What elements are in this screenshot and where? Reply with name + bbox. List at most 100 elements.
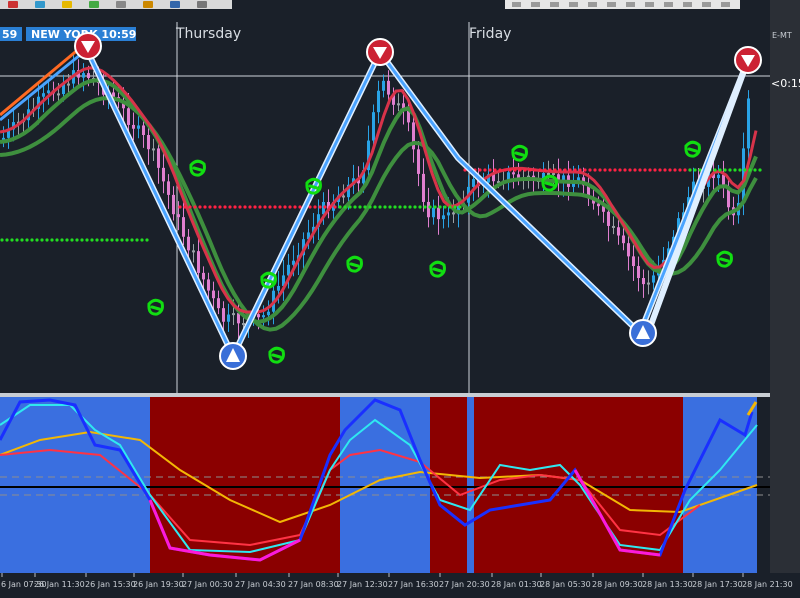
resistance-dot bbox=[218, 205, 222, 209]
support-dot bbox=[688, 168, 692, 172]
resistance-dot bbox=[258, 205, 262, 209]
resistance-dot bbox=[583, 168, 587, 172]
time-tick-label: 28 Jan 05:30 bbox=[540, 580, 591, 589]
resistance-dot bbox=[663, 168, 667, 172]
timeframe-button[interactable] bbox=[550, 2, 559, 7]
oscillator-zone-bearish bbox=[150, 397, 340, 573]
resistance-dot bbox=[178, 205, 182, 209]
support-dot bbox=[35, 238, 39, 242]
time-tick-label: 26 Jan 11:30 bbox=[34, 580, 85, 589]
candle-body bbox=[427, 201, 430, 218]
candle-body bbox=[202, 272, 205, 280]
candle-body bbox=[192, 250, 195, 253]
time-tick-label: 27 Jan 08:30 bbox=[288, 580, 339, 589]
support-dot bbox=[50, 238, 54, 242]
resistance-dot bbox=[208, 205, 212, 209]
support-dot bbox=[0, 238, 4, 242]
toolbar-icon[interactable] bbox=[8, 1, 18, 8]
timeframe-button[interactable] bbox=[531, 2, 540, 7]
support-dot bbox=[125, 238, 129, 242]
resistance-dot bbox=[513, 168, 517, 172]
toolbar-icon[interactable] bbox=[35, 1, 45, 8]
oscillator-zone-bearish bbox=[474, 397, 683, 573]
resistance-dot bbox=[233, 205, 237, 209]
support-dot bbox=[130, 238, 134, 242]
candle-body bbox=[622, 235, 625, 244]
timeframe-button[interactable] bbox=[645, 2, 654, 7]
time-tick-label: 26 Jan 19:30 bbox=[133, 580, 184, 589]
candle-body bbox=[717, 174, 720, 179]
toolbar-icon[interactable] bbox=[143, 1, 153, 8]
toolbar-icon[interactable] bbox=[170, 1, 180, 8]
timeframe-button[interactable] bbox=[702, 2, 711, 7]
resistance-dot bbox=[588, 168, 592, 172]
resistance-dot bbox=[623, 168, 627, 172]
resistance-dot bbox=[243, 205, 247, 209]
candle-body bbox=[42, 93, 45, 97]
resistance-dot bbox=[268, 205, 272, 209]
time-tick-label: 28 Jan 13:30 bbox=[642, 580, 693, 589]
candle-body bbox=[142, 125, 145, 136]
panel-divider[interactable] bbox=[0, 393, 770, 397]
support-dot bbox=[348, 205, 352, 209]
toolbar-icon[interactable] bbox=[89, 1, 99, 8]
candle-body bbox=[452, 212, 455, 215]
support-dot bbox=[55, 238, 59, 242]
timeframe-button[interactable] bbox=[588, 2, 597, 7]
resistance-dot bbox=[293, 205, 297, 209]
support-dot bbox=[140, 238, 144, 242]
candle-body bbox=[212, 290, 215, 299]
oscillator-zone-bullish bbox=[467, 397, 474, 573]
resistance-dot bbox=[538, 168, 542, 172]
support-dot bbox=[30, 238, 34, 242]
candle-body bbox=[47, 90, 50, 94]
support-dot bbox=[368, 205, 372, 209]
resistance-dot bbox=[198, 205, 202, 209]
resistance-dot bbox=[518, 168, 522, 172]
support-dot bbox=[100, 238, 104, 242]
candle-body bbox=[632, 256, 635, 267]
time-tick-label: 28 Jan 17:30 bbox=[692, 580, 743, 589]
resistance-dot bbox=[228, 205, 232, 209]
candle-body bbox=[387, 80, 390, 95]
time-tick-label: 28 Jan 01:30 bbox=[491, 580, 542, 589]
support-dot bbox=[388, 205, 392, 209]
chart-window[interactable]: 59 NEW YORK 10:59 Thursday Friday E-MT <… bbox=[0, 0, 800, 598]
resistance-dot bbox=[628, 168, 632, 172]
resistance-dot bbox=[673, 168, 677, 172]
candle-body bbox=[197, 251, 200, 273]
resistance-dot bbox=[333, 205, 337, 209]
candle-body bbox=[552, 173, 555, 176]
resistance-dot bbox=[658, 168, 662, 172]
support-dot bbox=[378, 205, 382, 209]
timeframe-button[interactable] bbox=[512, 2, 521, 7]
support-dot bbox=[743, 168, 747, 172]
resistance-dot bbox=[613, 168, 617, 172]
time-tick-label: 28 Jan 09:30 bbox=[592, 580, 643, 589]
toolbar-icon[interactable] bbox=[62, 1, 72, 8]
resistance-dot bbox=[263, 205, 267, 209]
timeframe-button[interactable] bbox=[683, 2, 692, 7]
timeframe-button[interactable] bbox=[664, 2, 673, 7]
day-label-thursday: Thursday bbox=[175, 26, 241, 42]
resistance-dot bbox=[288, 205, 292, 209]
oscillator-zones bbox=[0, 397, 770, 573]
timeframe-button[interactable] bbox=[569, 2, 578, 7]
resistance-dot bbox=[183, 205, 187, 209]
candle-body bbox=[372, 112, 375, 141]
toolbar-icon[interactable] bbox=[197, 1, 207, 8]
resistance-dot bbox=[633, 168, 637, 172]
resistance-dot bbox=[648, 168, 652, 172]
candle-body bbox=[157, 148, 160, 168]
candle-body bbox=[512, 172, 515, 175]
timeframe-button[interactable] bbox=[607, 2, 616, 7]
toolbar-icon[interactable] bbox=[116, 1, 126, 8]
time-tick-label: 27 Jan 16:30 bbox=[388, 580, 439, 589]
resistance-dot bbox=[578, 168, 582, 172]
chart-canvas[interactable]: 59 NEW YORK 10:59 Thursday Friday E-MT <… bbox=[0, 0, 800, 598]
resistance-dot bbox=[563, 168, 567, 172]
resistance-dot bbox=[478, 168, 482, 172]
timeframe-button[interactable] bbox=[721, 2, 730, 7]
candle-body bbox=[437, 207, 440, 220]
timeframe-button[interactable] bbox=[626, 2, 635, 7]
